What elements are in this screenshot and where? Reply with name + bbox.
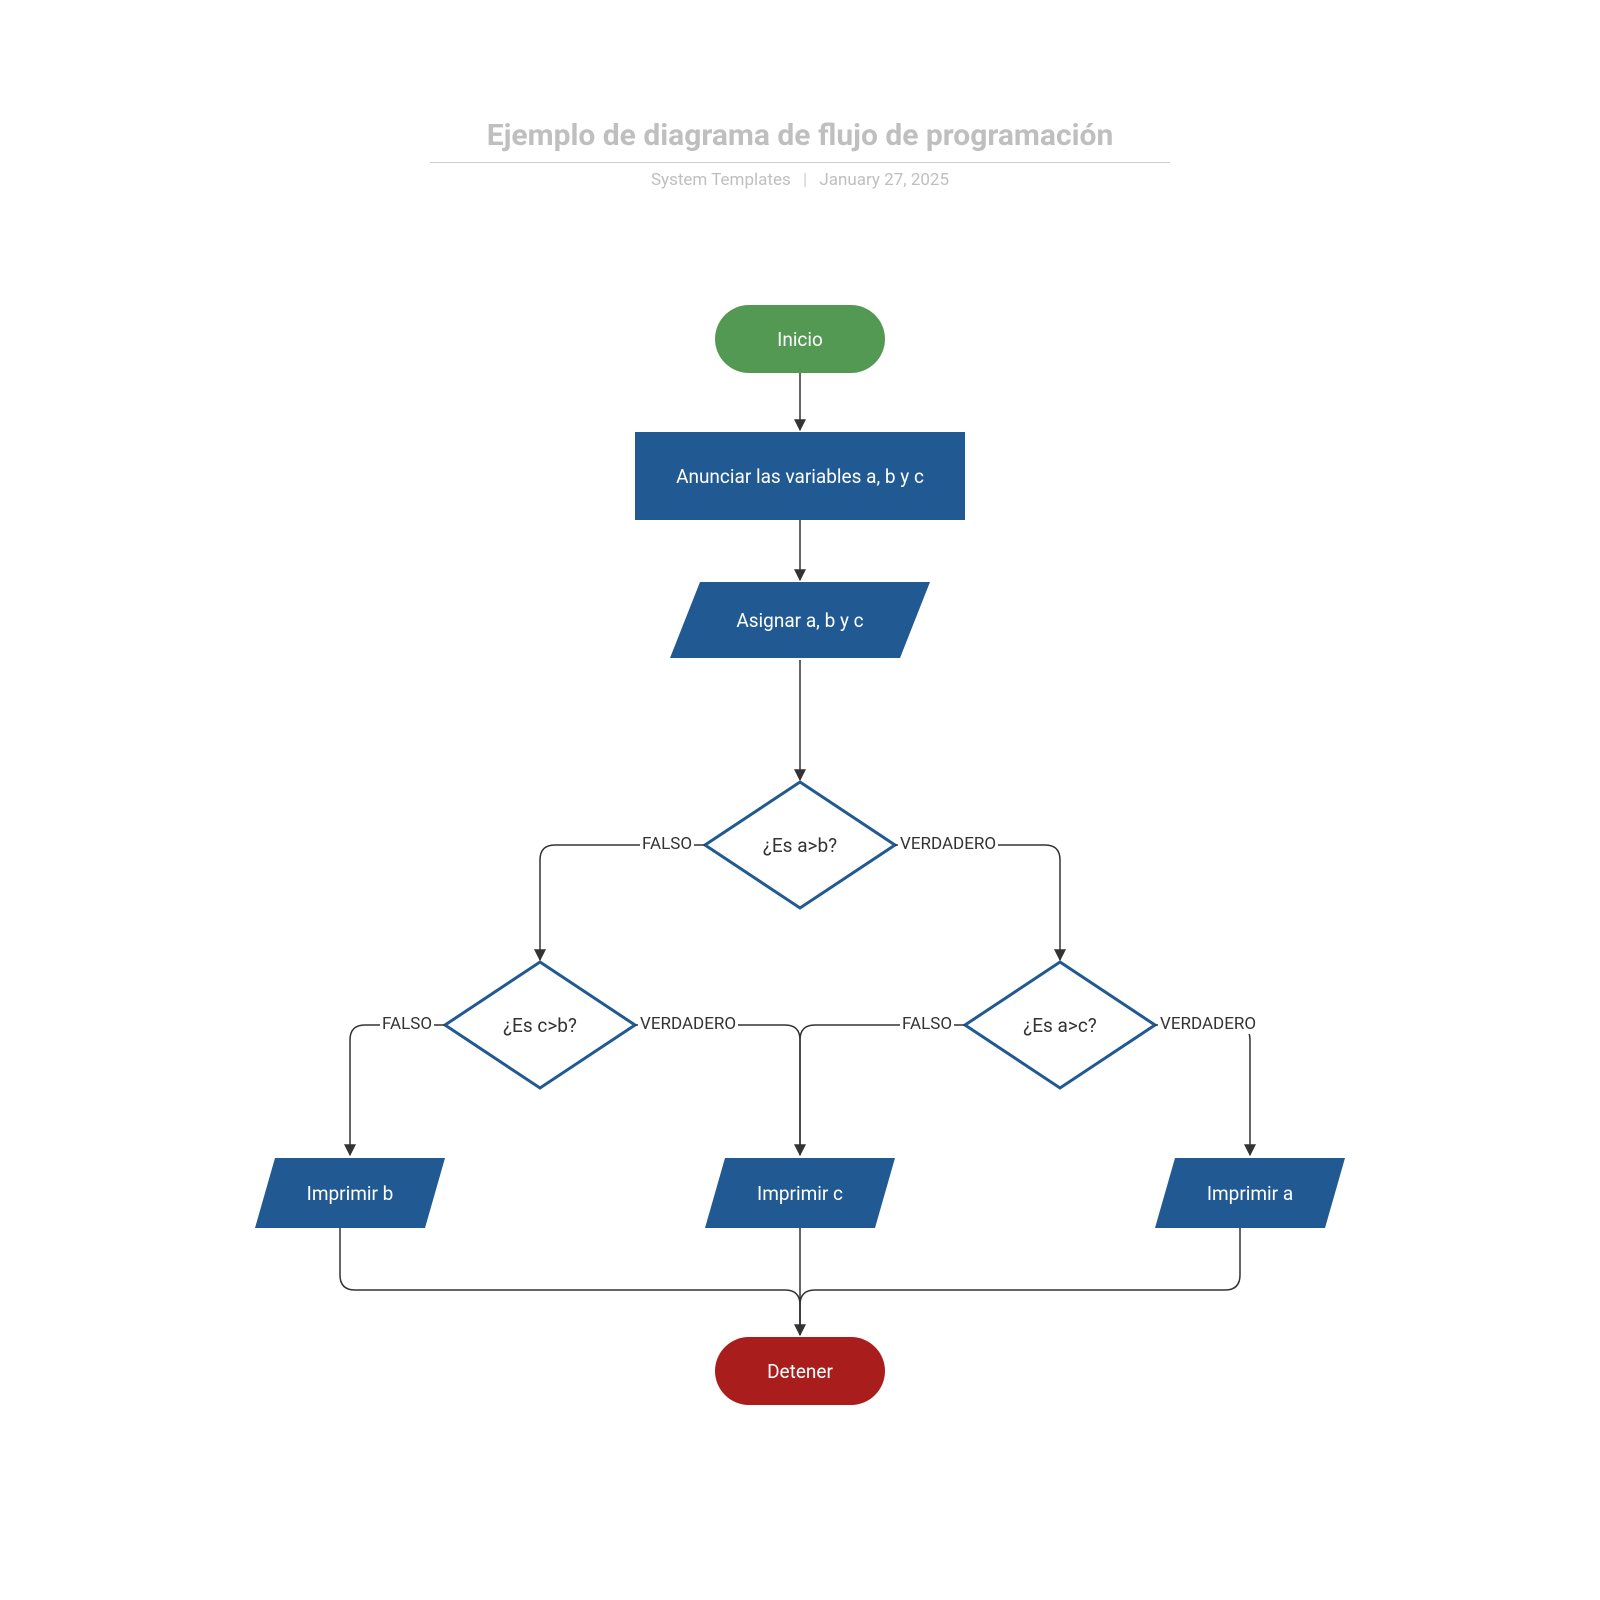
edge-cb-true: VERDADERO	[638, 1014, 738, 1034]
stop-node: Detener	[715, 1337, 885, 1405]
start-node: Inicio	[715, 305, 885, 373]
diagram-canvas: Ejemplo de diagrama de flujo de programa…	[0, 0, 1600, 1600]
stop-label: Detener	[767, 1360, 833, 1383]
edge-ab-true: VERDADERO	[898, 834, 998, 854]
edge-ac-true: VERDADERO	[1158, 1014, 1258, 1034]
edge-ac-false: FALSO	[900, 1014, 954, 1034]
start-label: Inicio	[777, 328, 823, 351]
assign-node: Asignar a, b y c	[670, 582, 930, 658]
print-b-node: Imprimir b	[255, 1158, 445, 1228]
print-c-label: Imprimir c	[757, 1182, 843, 1205]
print-a-label: Imprimir a	[1207, 1182, 1293, 1205]
declare-node: Anunciar las variables a, b y c	[635, 432, 965, 520]
print-a-node: Imprimir a	[1155, 1158, 1345, 1228]
print-b-label: Imprimir b	[307, 1182, 394, 1205]
edge-cb-false: FALSO	[380, 1014, 434, 1034]
print-c-node: Imprimir c	[705, 1158, 895, 1228]
declare-label: Anunciar las variables a, b y c	[676, 465, 924, 488]
assign-label: Asignar a, b y c	[736, 609, 863, 632]
edge-ab-false: FALSO	[640, 834, 694, 854]
